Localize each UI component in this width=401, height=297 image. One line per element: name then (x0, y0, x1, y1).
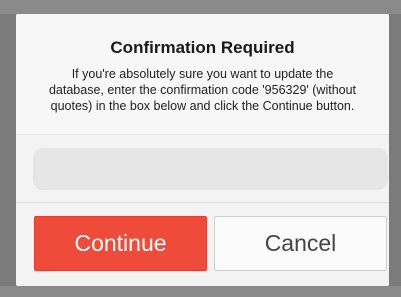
dialog-message-line: database, enter the confirmation code '9… (48, 83, 357, 97)
dialog-title: Confirmation Required (110, 38, 295, 57)
cancel-button[interactable]: Cancel (214, 216, 387, 271)
dialog-header: Confirmation Required If you're absolute… (16, 14, 389, 135)
dialog-message: If you're absolutely sure you want to up… (28, 66, 377, 114)
divider (16, 202, 389, 203)
dialog-message-line: quotes) in the box below and click the C… (50, 99, 355, 113)
backdrop (0, 286, 401, 297)
dialog-message-line: If you're absolutely sure you want to up… (71, 67, 334, 81)
continue-button[interactable]: Continue (34, 216, 207, 271)
confirmation-dialog: Confirmation Required If you're absolute… (16, 14, 389, 286)
confirmation-code-input[interactable] (33, 148, 388, 190)
backdrop (0, 0, 401, 14)
